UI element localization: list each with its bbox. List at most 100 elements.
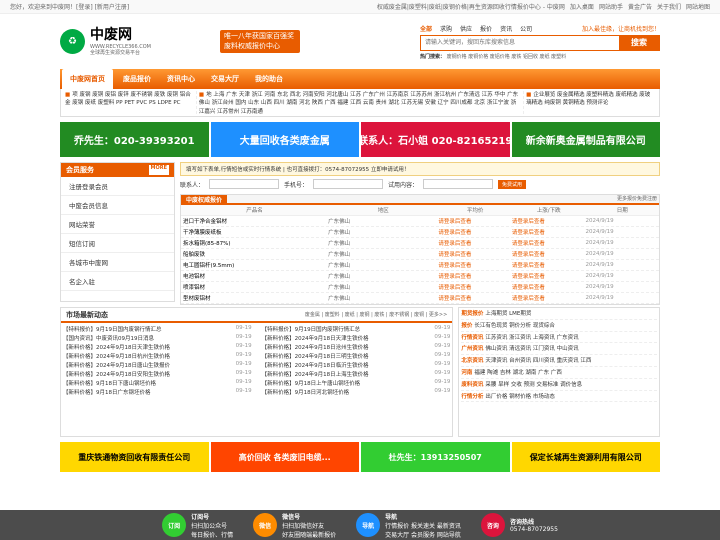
news-item-0[interactable]: 【特料报价】9月19日国内废钢行情汇总 09-19 xyxy=(63,325,252,333)
table-body: 进口干净合金铝材 广东佛山 请登录后查看 请登录后查看 2024/9/19 干净薄膜废纸板… xyxy=(181,216,659,304)
news-item-4[interactable]: 【新料价格】2024年9月18日天津生铁价格 09-19 xyxy=(63,343,252,351)
footer-item-2[interactable]: 导航 导航 行情报价 报关速关 最新资讯 交易大厅 会员服务 网站导航 xyxy=(356,512,461,539)
banner-ad-2[interactable]: 大量回收各类废金属 xyxy=(210,122,359,157)
banner-ad-4[interactable]: 新余新奥金属制品有限公司 xyxy=(511,122,660,157)
input-name[interactable] xyxy=(209,179,280,189)
search-tab-company[interactable]: 公司 xyxy=(520,24,532,33)
footer-overlay: 订阅 订阅号 扫扫加公众号 每日报价、行情 微信 微信号 扫扫加微信好友 好友圈随端最新报… xyxy=(0,510,720,540)
side-row-2: 行情资讯 江苏资讯 浙江资讯 上海资讯 广东资讯 xyxy=(461,334,657,344)
side-info: 期货报价 上海期货 LME期货 报价 长江有色现货 铜价分析 现货综合 行情资讯 江苏资讯… xyxy=(458,307,660,437)
news-item-3[interactable]: 【新料价格】2024年9月18日天津生铁价格 09-19 xyxy=(262,334,451,342)
sidebar-info[interactable]: 中废会员信息 xyxy=(61,196,174,215)
news-item-14[interactable]: 【新料价格】9月18日广东钢坯价格 09-19 xyxy=(63,388,252,396)
main-content: 会员服务 MORE 注册登录会员 中废会员信息 网站荣誉 短信订阅 各城市中废网… xyxy=(60,162,660,305)
top-banners: 乔先生：020-39393201 大量回收各类废金属 联系人：石小姐 020-8… xyxy=(60,122,660,157)
table-row-6[interactable]: 喷漆铝材 广东佛山 请登录后查看 请登录后查看 2024/9/19 xyxy=(181,282,659,293)
search-tab-news[interactable]: 资讯 xyxy=(500,24,512,33)
info-notice: 填写如下表单,行情短信或实时行情系统 | 也可直接拨打：0574-8707295… xyxy=(180,162,660,176)
search-box: 搜索 xyxy=(420,34,660,51)
footer-item-1[interactable]: 微信 微信号 扫扫加微信好友 好友圈随端最新报价 xyxy=(253,512,336,539)
slogan: 唯一八年获国家百强奖 废料权威报价中心 xyxy=(220,30,300,53)
side-row-0: 期货报价 上海期货 LME期货 xyxy=(461,310,657,320)
nav-my[interactable]: 我的助台 xyxy=(247,69,291,89)
sidebar-register[interactable]: 注册登录会员 xyxy=(61,177,174,196)
center-panel: 填写如下表单,行情短信或实时行情系统 | 也可直接拨打：0574-8707295… xyxy=(180,162,660,305)
cat-regions[interactable]: ■ 地 上海 广东 天津 浙江 河南 东北 西北 河南安阳 河北唐山 江苏 广东广… xyxy=(197,91,525,114)
sidebar-sms[interactable]: 短信订阅 xyxy=(61,234,174,253)
logo[interactable]: ♻ 中废网 WWW.RECYCLE366.COM 全球再生资源交易平台 xyxy=(60,27,210,56)
search-tab-all[interactable]: 全部 xyxy=(420,24,432,33)
news-item-8[interactable]: 【新料价格】2024年9月18日唐山生铁报价 09-19 xyxy=(63,361,252,369)
trial-form: 联系人： 手机号： 试用内容： 免费试用 xyxy=(180,179,660,189)
banner-ad-1[interactable]: 乔先生：020-39393201 xyxy=(60,122,209,157)
bottom-banners: 重庆铁通物资回收有限责任公司 高价回收 各类废旧电缆... 杜先生：139132… xyxy=(60,442,660,472)
news-item-11[interactable]: 【新料价格】2024年9月18日上海生铁价格 09-19 xyxy=(262,370,451,378)
action-ad[interactable]: 黄金广告 xyxy=(628,2,652,11)
side-row-6: 废料资讯 采腰 旱样 交收 预测 交易标准 调价信息 xyxy=(461,381,657,391)
top-actions: 权威废金属|废塑料|废纸|废钢价格|再生资源回收行情报价中心 - 中废网 加入桌… xyxy=(376,2,710,11)
search-tab-supply[interactable]: 供应 xyxy=(460,24,472,33)
sidebar-honor[interactable]: 网站荣誉 xyxy=(61,215,174,234)
table-row-2[interactable]: 拆水箱铜(85-87%) 广东佛山 请登录后查看 请登录后查看 2024/9/19 xyxy=(181,238,659,249)
ad-link[interactable]: 加入最佳缘，让商机找到您！ xyxy=(582,24,660,33)
search-area: 全部 求购 供应 报价 资讯 公司 加入最佳缘，让商机找到您！ 搜索 热门搜索：… xyxy=(420,24,660,60)
banner-bottom-4[interactable]: 保定长城再生资源利用有限公司 xyxy=(511,442,660,472)
action-about[interactable]: 关于我们 xyxy=(657,2,681,11)
side-row-4: 北京资讯 天津资讯 台州资讯 四川资讯 重庆资讯 江西 xyxy=(461,357,657,367)
side-row-5: 河南 福建 陶滩 吉林 湖北 湖南 广东 广西 xyxy=(461,369,657,379)
sidebar-enterprise[interactable]: 名企入驻 xyxy=(61,272,174,291)
cat-items[interactable]: ■ 项 废钢 废铜 废铝 废锌 废不锈钢 废铁 废铜 铝合金 废钢 废纸 废塑料 … xyxy=(63,91,197,114)
side-row-3: 广州资讯 佛山资讯 清远资讯 江门资讯 中山资讯 xyxy=(461,345,657,356)
news-item-13[interactable]: 【新料价格】9月18日上午唐山钢坯价格 09-19 xyxy=(262,379,451,387)
table-row-7[interactable]: 型材废铝材 广东佛山 请登录后查看 请登录后查看 2024/9/19 xyxy=(181,293,659,304)
nav-prices[interactable]: 废品报价 xyxy=(115,69,159,89)
action-assistant[interactable]: 网站助手 xyxy=(599,2,623,11)
category-strip: ■ 项 废钢 废铜 废铝 废锌 废不锈钢 废铁 废铜 铝合金 废钢 废纸 废塑料 … xyxy=(60,89,660,117)
member-sidebar: 会员服务 MORE 注册登录会员 中废会员信息 网站荣誉 短信订阅 各城市中废网… xyxy=(60,162,175,302)
nav-home[interactable]: 中废网首页 xyxy=(62,69,113,89)
search-tab-buy[interactable]: 求购 xyxy=(440,24,452,33)
table-row-4[interactable]: 电工圆铝杆(9.5mm) 广东佛山 请登录后查看 请登录后查看 2024/9/19 xyxy=(181,260,659,271)
footer-item-0[interactable]: 订阅 订阅号 扫扫加公众号 每日报价、行情 xyxy=(162,512,233,539)
news-item-12[interactable]: 【新料价格】9月18日下唐山钢坯价格 09-19 xyxy=(63,379,252,387)
bottom-section: 市场最新动态 废金属 | 废塑料 | 废纸 | 废钢 | 废铁 | 废不锈钢 |… xyxy=(60,307,660,437)
table-row-3[interactable]: 船舶废铁 广东佛山 请登录后查看 请登录后查看 2024/9/19 xyxy=(181,249,659,260)
search-tabs: 全部 求购 供应 报价 资讯 公司 加入最佳缘，让商机找到您！ xyxy=(420,24,660,33)
nav-trade[interactable]: 交易大厅 xyxy=(203,69,247,89)
input-code[interactable] xyxy=(423,179,494,189)
trial-button[interactable]: 免费试用 xyxy=(498,179,527,189)
news-list: 【特料报价】9月19日国内废钢行情汇总 09-19 【特料报价】9月19日国内废铜行… xyxy=(61,323,452,398)
news-item-2[interactable]: 【国内资讯】中废资讯09月19日消息 09-19 xyxy=(63,334,252,342)
news-item-1[interactable]: 【特料报价】9月19日国内废铜行情汇总 09-19 xyxy=(262,325,451,333)
welcome-text: 您好，欢迎来到中废网！[登录] [新用户注册] xyxy=(10,4,130,11)
main-nav: 中废网首页 废品报价 资讯中心 交易大厅 我的助台 xyxy=(60,69,660,89)
news-item-9[interactable]: 【新料价格】2024年9月18日临沂生铁价格 09-19 xyxy=(262,361,451,369)
banner-bottom-1[interactable]: 重庆铁通物资回收有限责任公司 xyxy=(60,442,209,472)
input-phone[interactable] xyxy=(313,179,384,189)
table-row-0[interactable]: 进口干净合金铝材 广东佛山 请登录后查看 请登录后查看 2024/9/19 xyxy=(181,216,659,227)
logo-icon: ♻ xyxy=(60,28,85,54)
sidebar-city[interactable]: 各城市中废网 xyxy=(61,253,174,272)
side-row-7: 行情分析 出厂价格 钢材价格 市场动态 xyxy=(461,393,657,403)
news-item-10[interactable]: 【新料价格】2024年9月18日安阳生铁价格 09-19 xyxy=(63,370,252,378)
action-desktop[interactable]: 加入桌面 xyxy=(570,2,594,11)
cat-special[interactable]: ■ 企业展览 废金属精选 废塑料精选 废纸精选 废玻璃精选 纯废铜 黄铜精选 预测… xyxy=(524,91,657,114)
search-button[interactable]: 搜索 xyxy=(619,35,659,50)
nav-news[interactable]: 资讯中心 xyxy=(159,69,203,89)
banner-bottom-3[interactable]: 杜先生：13913250507 xyxy=(361,442,510,472)
news-item-15[interactable]: 【新料价格】9月18日河北钢坯价格 09-19 xyxy=(262,388,451,396)
banner-ad-3[interactable]: 联系人：石小姐 020-82165219 xyxy=(361,122,510,157)
search-tab-price[interactable]: 报价 xyxy=(480,24,492,33)
action-map[interactable]: 网站地图 xyxy=(686,2,710,11)
side-row-1: 报价 长江有色现货 铜价分析 现货综合 xyxy=(461,322,657,332)
search-input[interactable] xyxy=(421,35,619,50)
news-item-6[interactable]: 【新料价格】2024年9月18日杭州生铁价格 09-19 xyxy=(63,352,252,360)
footer-item-3[interactable]: 咨询 咨询热线 0574-87072955 xyxy=(480,513,558,537)
header: ♻ 中废网 WWW.RECYCLE366.COM 全球再生资源交易平台 唯一八年… xyxy=(0,14,720,69)
price-table: 中废权威报价 更多报价免费注册 产品名 地区 平均价 上涨/下跌 日期 进口干净… xyxy=(180,194,660,305)
table-row-1[interactable]: 干净薄膜废纸板 广东佛山 请登录后查看 请登录后查看 2024/9/19 xyxy=(181,227,659,238)
news-item-7[interactable]: 【新料价格】2024年9月18日三明生铁价格 09-19 xyxy=(262,352,451,360)
news-item-5[interactable]: 【新料价格】2024年9月18日沧州生铁价格 09-19 xyxy=(262,343,451,351)
table-row-5[interactable]: 电池铝材 广东佛山 请登录后查看 请登录后查看 2024/9/19 xyxy=(181,271,659,282)
banner-bottom-2[interactable]: 高价回收 各类废旧电缆... xyxy=(210,442,359,472)
